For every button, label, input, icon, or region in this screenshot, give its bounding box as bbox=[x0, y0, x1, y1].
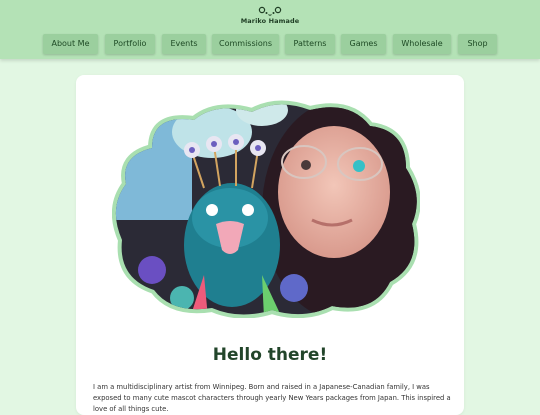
nav-games[interactable]: Games bbox=[341, 34, 386, 54]
profile-photo bbox=[112, 100, 420, 318]
bear-logo-icon bbox=[258, 6, 282, 16]
page-heading: Hello there! bbox=[212, 345, 328, 365]
nav-commissions[interactable]: Commissions bbox=[212, 34, 279, 54]
nav-portfolio[interactable]: Portfolio bbox=[105, 34, 155, 54]
nav-events[interactable]: Events bbox=[162, 34, 206, 54]
nav-shop[interactable]: Shop bbox=[458, 34, 497, 54]
nav-about-me[interactable]: About Me bbox=[43, 34, 98, 54]
site-logo[interactable]: Mariko Hamade bbox=[0, 6, 540, 25]
site-header: Mariko Hamade About Me Portfolio Events … bbox=[0, 0, 540, 59]
intro-paragraph: I am a multidisciplinary artist from Win… bbox=[93, 382, 451, 413]
nav-patterns[interactable]: Patterns bbox=[285, 34, 335, 54]
logo-text: Mariko Hamade bbox=[240, 17, 300, 25]
nav-wholesale[interactable]: Wholesale bbox=[393, 34, 451, 54]
